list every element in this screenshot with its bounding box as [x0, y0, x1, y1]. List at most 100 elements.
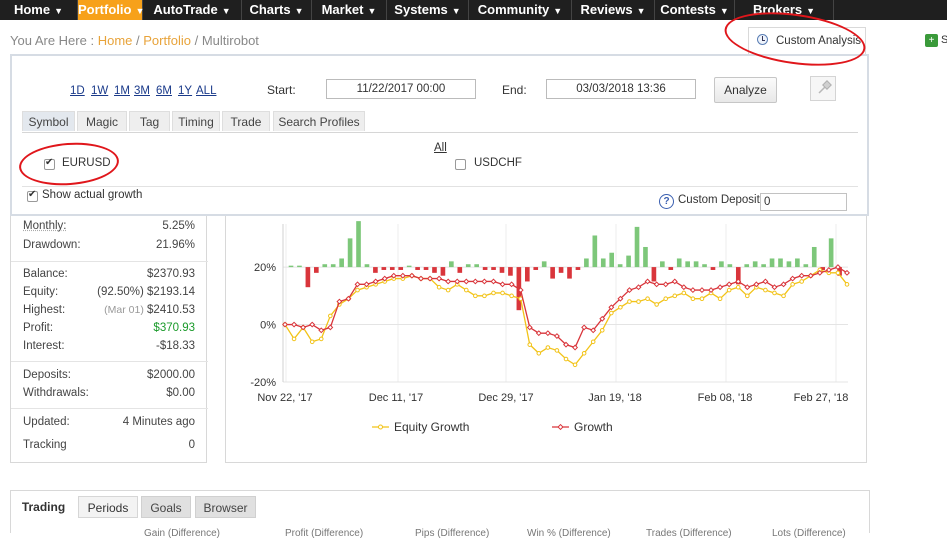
start-label: Start: — [267, 83, 296, 97]
range-1y[interactable]: 1Y — [178, 85, 192, 97]
share-label[interactable]: S — [941, 34, 947, 46]
tab-tag[interactable]: Tag — [129, 111, 170, 131]
change-bar — [752, 261, 758, 268]
equity-growth-point — [699, 296, 705, 301]
change-bar — [398, 267, 404, 270]
tab-timing[interactable]: Timing — [172, 111, 220, 131]
change-bar — [314, 267, 319, 273]
nav-item-contests[interactable]: Contests ▼ — [655, 0, 735, 20]
change-bar — [440, 267, 446, 276]
tab-goals[interactable]: Goals — [141, 496, 191, 518]
equity-growth-point — [844, 282, 850, 287]
nav-item-home[interactable]: Home ▼ — [0, 0, 78, 20]
legend-growth-marker — [557, 423, 564, 431]
change-bar — [423, 267, 429, 270]
breadcrumb-portfolio-link[interactable]: Portfolio — [143, 33, 191, 48]
nav-item-portfolio[interactable]: Portfolio ▼ — [78, 0, 144, 20]
all-link[interactable]: All — [434, 142, 447, 154]
chevron-down-icon: ▼ — [806, 6, 816, 16]
y-tick-label: 20% — [254, 262, 276, 274]
usdchf-checkbox[interactable] — [455, 159, 466, 170]
filter-tabs: Symbol Magic Tag Timing Trade Search Pro… — [22, 110, 858, 133]
tab-magic[interactable]: Magic — [77, 111, 127, 131]
stat-balance: Balance: $2370.93 — [23, 268, 195, 280]
stat-profit-label: Profit: — [23, 322, 54, 334]
tab-search-profiles[interactable]: Search Profiles — [273, 111, 365, 131]
range-1w[interactable]: 1W — [91, 85, 108, 97]
equity-growth-point — [835, 270, 841, 276]
growth-point — [291, 321, 298, 328]
chevron-down-icon: ▼ — [294, 6, 304, 16]
equity-growth-point — [744, 293, 750, 299]
bottom-tabs-panel: Trading Periods Goals Browser Gain (Diff… — [10, 490, 870, 539]
stat-tracking-value: 0 — [188, 439, 195, 451]
x-tick-label: Dec 11, '17 — [369, 392, 423, 404]
equity-growth-point — [536, 350, 542, 356]
end-date-input[interactable]: 03/03/2018 13:36 — [546, 79, 696, 99]
equity-growth-point — [500, 290, 505, 296]
nav-item-market[interactable]: Market ▼ — [312, 0, 387, 20]
tab-trade[interactable]: Trade — [222, 111, 270, 131]
stat-drawdown: Drawdown: 21.96% — [23, 239, 195, 251]
start-date-input[interactable]: 11/22/2017 00:00 — [326, 79, 476, 99]
stat-balance-label: Balance: — [23, 268, 68, 280]
change-bar — [432, 267, 437, 273]
change-bar — [769, 258, 775, 268]
equity-growth-point — [463, 287, 469, 293]
equity-growth-point — [799, 279, 804, 284]
stat-equity-note: (92.50%) — [97, 286, 144, 298]
y-tick-label: 0% — [260, 320, 276, 332]
x-tick-label: Nov 22, '17 — [257, 392, 312, 404]
pin-button[interactable] — [810, 76, 836, 101]
nav-item-reviews[interactable]: Reviews ▼ — [572, 0, 655, 20]
custom-deposit-input[interactable]: 0 — [760, 193, 847, 211]
breadcrumb-home-link[interactable]: Home — [98, 33, 133, 48]
stat-equity: Equity: (92.50%) $2193.14 — [23, 286, 195, 298]
growth-point — [581, 324, 588, 331]
nav-item-label: AutoTrade — [153, 2, 218, 17]
legend-equity-marker — [378, 424, 383, 430]
show-growth-checkbox[interactable] — [27, 189, 38, 202]
change-bar — [474, 264, 479, 268]
range-all[interactable]: ALL — [196, 85, 216, 97]
equity-growth-point — [491, 290, 496, 296]
change-bar — [693, 261, 699, 268]
help-icon[interactable]: ? — [659, 194, 674, 209]
equity-growth-point — [355, 287, 360, 293]
equity-growth-point — [636, 299, 641, 304]
stat-withdrawals: Withdrawals: $0.00 — [23, 387, 195, 399]
tab-periods[interactable]: Periods — [78, 496, 138, 518]
equity-growth-point — [291, 336, 297, 342]
equity-growth-point — [609, 310, 614, 316]
growth-point — [726, 281, 733, 288]
tab-browser[interactable]: Browser — [195, 496, 256, 518]
analyze-button[interactable]: Analyze — [714, 77, 777, 103]
change-bar — [828, 238, 834, 268]
change-bar — [558, 267, 564, 273]
nav-item-label: Systems — [394, 2, 448, 17]
stat-interest-value: -$18.33 — [155, 340, 195, 352]
change-bar — [592, 235, 598, 268]
change-bar — [626, 255, 631, 268]
growth-line — [285, 266, 848, 349]
equity-growth-point — [726, 287, 732, 293]
change-bar — [288, 265, 294, 268]
tab-symbol[interactable]: Symbol — [22, 111, 75, 131]
range-3m[interactable]: 3M — [134, 85, 150, 97]
stat-deposits-value: $2000.00 — [147, 369, 195, 381]
nav-item-charts[interactable]: Charts ▼ — [242, 0, 312, 20]
equity-growth-point — [645, 296, 650, 301]
stat-deposits: Deposits: $2000.00 — [23, 369, 195, 381]
change-bar — [465, 264, 471, 268]
range-6m[interactable]: 6M — [156, 85, 172, 97]
stat-balance-value: $2370.93 — [147, 268, 195, 280]
tab-trading[interactable]: Trading — [21, 496, 66, 518]
range-1m[interactable]: 1M — [114, 85, 130, 97]
share-icon[interactable]: + — [925, 34, 938, 47]
stat-deposits-label: Deposits: — [23, 369, 71, 381]
nav-item-community[interactable]: Community ▼ — [469, 0, 572, 20]
range-1d[interactable]: 1D — [70, 85, 85, 97]
nav-item-autotrade[interactable]: AutoTrade ▼ — [143, 0, 242, 20]
nav-item-systems[interactable]: Systems ▼ — [387, 0, 469, 20]
stat-highest: Highest: (Mar 01) $2410.53 — [23, 304, 195, 316]
